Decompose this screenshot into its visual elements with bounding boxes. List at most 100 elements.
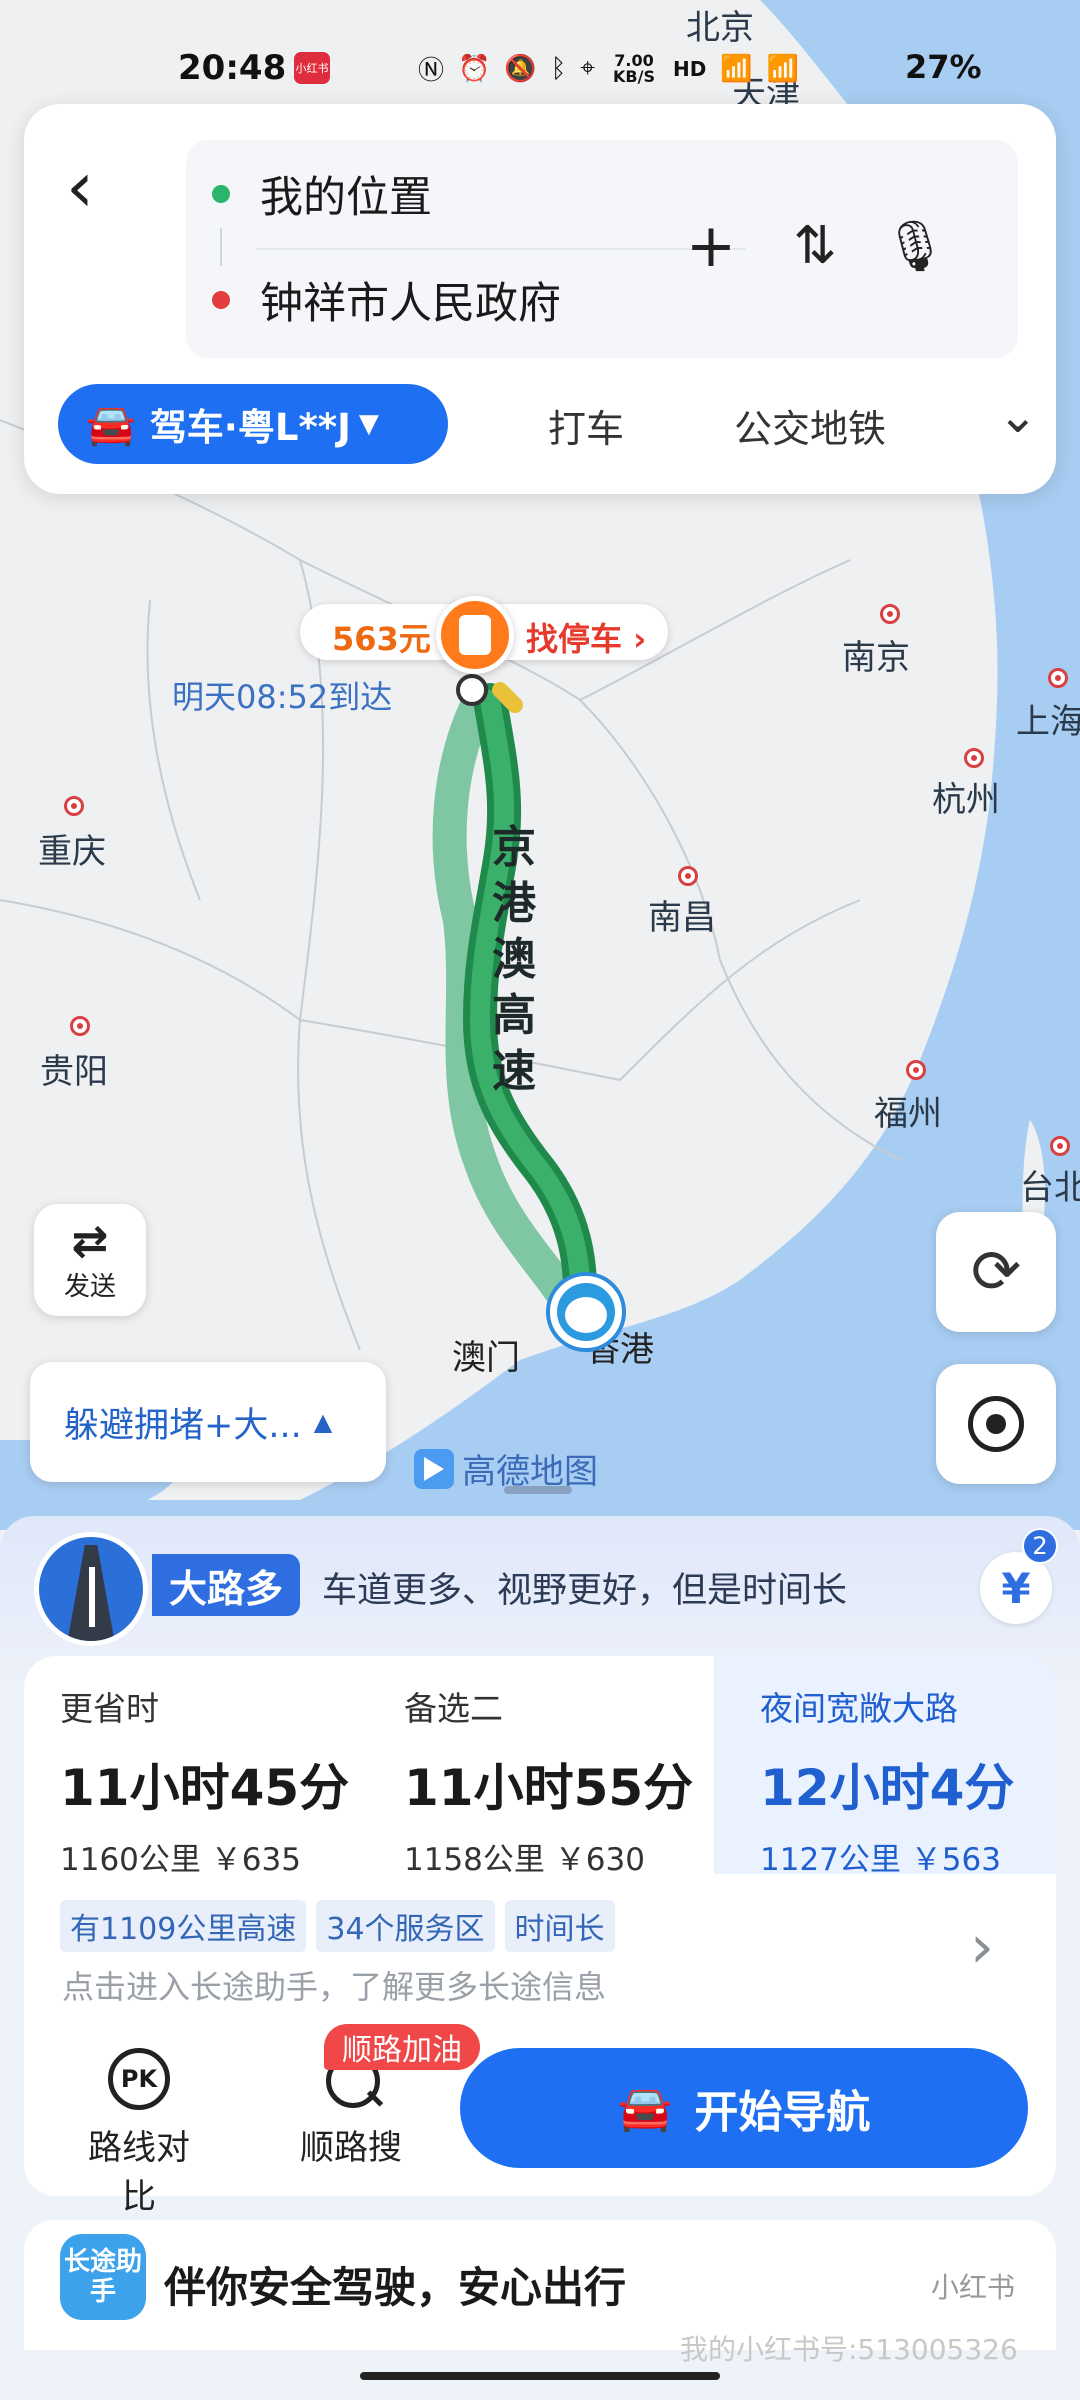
signal-4g-icon: 📶 xyxy=(766,53,800,84)
refresh-icon: ⟳ xyxy=(970,1237,1022,1307)
back-icon: ‹ xyxy=(66,146,94,228)
route-distance-toll: 1158公里 ￥630 xyxy=(404,1842,645,1878)
bluetooth-icon: ᛒ xyxy=(550,53,567,84)
city-label: 澳门 xyxy=(452,1338,520,1378)
doraemon-icon xyxy=(557,1283,615,1341)
route-tag: 有1109公里高速 xyxy=(60,1900,307,1952)
parking-price: 563元 xyxy=(332,620,431,658)
signal-5g-icon: 📶 xyxy=(720,53,753,84)
route-feature-desc: 车道更多、视野更好，但是时间长 xyxy=(322,1571,848,1611)
yen-icon: ¥ xyxy=(1001,1563,1031,1613)
voice-button[interactable]: 🎙 xyxy=(880,206,950,286)
city-dot xyxy=(964,748,984,768)
xiaohongshu-watermark-logo: 小红书 xyxy=(906,2256,1040,2316)
user-avatar-marker xyxy=(546,1272,626,1352)
car-icon: 🚘 xyxy=(617,2083,673,2134)
caret-up-icon: ▲ xyxy=(313,1408,333,1436)
back-button[interactable]: ‹ xyxy=(66,152,126,232)
toll-count-badge: 2 xyxy=(1022,1528,1058,1564)
route-option-3[interactable]: 夜间宽敞大路 12小时4分 1127公里 ￥563 xyxy=(760,1682,1014,1879)
mode-tabs: 🚘 驾车·粤L**J ▼ 打车 公交地铁 ⌄ xyxy=(58,384,1038,464)
gesture-bar[interactable] xyxy=(360,2372,720,2380)
send-to-car-button[interactable]: ⇄ 发送 xyxy=(34,1204,146,1316)
route-feature-tag: 大路多 xyxy=(152,1554,300,1616)
locate-button[interactable] xyxy=(936,1364,1056,1484)
amap-logo-icon xyxy=(414,1448,454,1489)
car-icon: 🚘 xyxy=(86,401,136,448)
route-tag: 时间长 xyxy=(504,1900,615,1952)
destination-field[interactable]: 钟祥市人民政府 xyxy=(212,260,561,340)
destination-text: 钟祥市人民政府 xyxy=(260,279,561,329)
status-icons: Ⓝ ⏰ 🔕 ᛒ ⌖ 7.00 KB/S HD 📶 📶 xyxy=(418,50,799,87)
origin-text: 我的位置 xyxy=(260,173,432,223)
caret-down-icon: ▼ xyxy=(358,409,379,439)
route-search-card: ‹ 我的位置 钟祥市人民政府 + ⇅ 🎙 🚘 驾车·粤L**J ▼ 打车 公交地… xyxy=(24,104,1056,494)
tab-transit[interactable]: 公交地铁 xyxy=(734,398,886,453)
field-divider xyxy=(256,248,746,250)
city-dot xyxy=(906,1060,926,1080)
big-road-icon xyxy=(34,1532,148,1646)
origin-field[interactable]: 我的位置 xyxy=(212,154,432,234)
route-compare-button[interactable]: PK 路线对比 xyxy=(74,2048,204,2218)
route-distance-toll: 1160公里 ￥635 xyxy=(60,1842,301,1878)
city-label: 重庆 xyxy=(38,832,106,872)
long-trip-assistant-icon: 长途助手 xyxy=(60,2234,146,2320)
route-duration: 12小时4分 xyxy=(760,1759,1015,1817)
hd-icon: HD xyxy=(673,56,707,81)
along-route-search-label: 顺路搜 xyxy=(300,2128,402,2168)
swap-button[interactable]: ⇅ xyxy=(780,206,850,286)
city-label: 杭州 xyxy=(932,780,1000,820)
parking-pin-icon[interactable] xyxy=(436,596,514,674)
pk-icon: PK xyxy=(108,2048,170,2110)
road-name-label: 京港澳高速 xyxy=(492,822,536,1097)
chevron-right-icon[interactable]: › xyxy=(970,1912,994,1982)
start-navigation-button[interactable]: 🚘 开始导航 xyxy=(460,2048,1028,2168)
route-tags: 有1109公里高速 34个服务区 时间长 xyxy=(60,1900,615,1952)
xiaohongshu-notification-icon: 小红书 xyxy=(294,52,330,84)
route-name: 更省时 xyxy=(60,1689,159,1728)
sheet-drag-handle[interactable] xyxy=(504,1486,572,1494)
city-dot xyxy=(64,796,84,816)
arrival-time: 明天08:52到达 xyxy=(172,678,393,716)
nfc-icon: Ⓝ xyxy=(418,56,445,86)
route-duration: 11小时55分 xyxy=(404,1759,694,1817)
account-watermark: 我的小红书号:513005326 xyxy=(680,2333,1018,2366)
route-tag: 34个服务区 xyxy=(316,1900,495,1952)
refresh-route-button[interactable]: ⟳ xyxy=(936,1212,1056,1332)
city-dot xyxy=(70,1016,90,1036)
city-dot xyxy=(880,604,900,624)
tab-drive[interactable]: 🚘 驾车·粤L**J ▼ xyxy=(58,384,448,464)
status-time: 20:48 xyxy=(178,48,287,88)
tab-taxi[interactable]: 打车 xyxy=(548,398,624,453)
route-preference-label: 躲避拥堵+大... xyxy=(64,1405,302,1446)
lane-mark xyxy=(89,1567,95,1627)
locate-icon xyxy=(968,1396,1024,1452)
city-dot xyxy=(678,866,698,886)
route-option-2[interactable]: 备选二 11小时55分 1158公里 ￥630 xyxy=(404,1682,693,1879)
city-label: 福州 xyxy=(874,1094,942,1134)
city-label: 南京 xyxy=(842,638,910,678)
route-preference-dropdown[interactable]: 躲避拥堵+大... ▲ xyxy=(30,1362,386,1482)
gas-along-route-badge: 顺路加油 xyxy=(324,2024,480,2070)
add-stop-button[interactable]: + xyxy=(676,206,746,286)
microphone-icon: 🎙 xyxy=(883,217,947,275)
route-name: 夜间宽敞大路 xyxy=(760,1689,958,1728)
more-modes-chevron-icon[interactable]: ⌄ xyxy=(998,388,1038,444)
destination-dot-icon xyxy=(212,291,230,309)
city-label: 台北 xyxy=(1020,1168,1080,1208)
find-parking-link[interactable]: 找停车 › xyxy=(526,614,646,660)
city-label: 南昌 xyxy=(648,898,716,938)
net-speed: 7.00 KB/S xyxy=(613,50,655,86)
city-dot xyxy=(1048,668,1068,688)
location-icon: ⌖ xyxy=(580,53,596,83)
long-trip-hint[interactable]: 点击进入长途助手，了解更多长途信息 xyxy=(62,1962,606,2008)
city-label: 上海 xyxy=(1016,702,1080,742)
mute-icon: 🔕 xyxy=(504,53,537,84)
swap-icon: ⇅ xyxy=(793,216,837,276)
route-compare-label: 路线对比 xyxy=(88,2128,190,2217)
route-option-1[interactable]: 更省时 11小时45分 1160公里 ￥635 xyxy=(60,1682,349,1879)
city-label: 贵阳 xyxy=(40,1052,108,1092)
route-distance-toll: 1127公里 ￥563 xyxy=(760,1842,1001,1878)
city-dot xyxy=(1050,1136,1070,1156)
safety-slogan: 伴你安全驾驶，安心出行 xyxy=(164,2263,627,2312)
